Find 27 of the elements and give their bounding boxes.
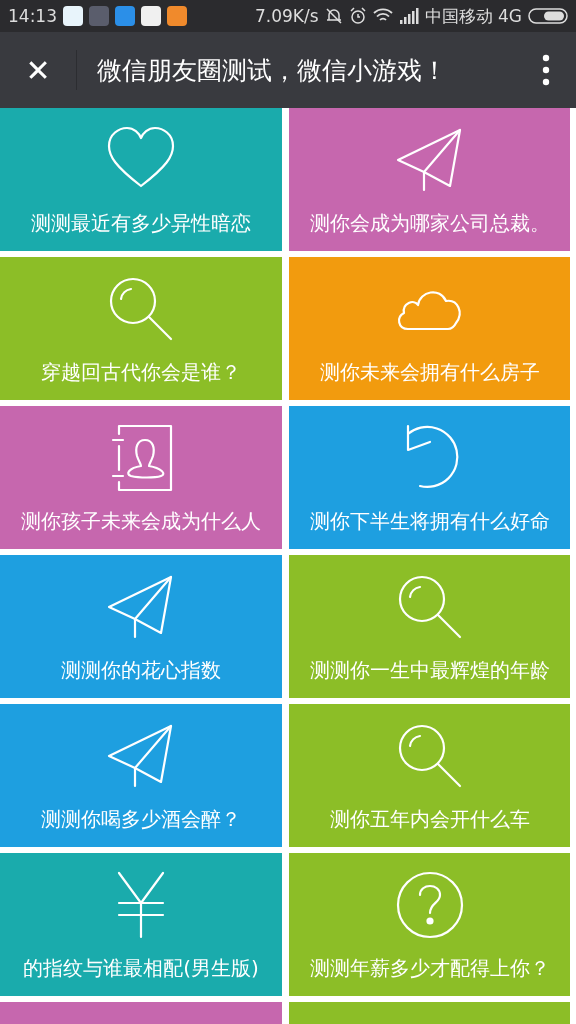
app-icon: [167, 6, 187, 26]
quiz-tile[interactable]: 测测你的花心指数: [0, 555, 282, 698]
quiz-tile[interactable]: 测测最近有多少异性暗恋: [0, 108, 282, 251]
app-icon: [63, 6, 83, 26]
more-icon: [542, 54, 550, 86]
battery-icon: [528, 8, 568, 24]
quiz-tile[interactable]: 测你五年内会开什么车: [289, 704, 570, 847]
status-time: 14:13: [8, 6, 57, 26]
quiz-tile[interactable]: 测测你一生中最辉煌的年龄: [289, 555, 570, 698]
signal-icon: [398, 8, 419, 24]
quiz-tile[interactable]: 的指纹与谁最相配(男生版): [0, 853, 282, 996]
network-speed: 7.09K/s: [255, 6, 319, 26]
quiz-tile[interactable]: 测你孩子未来会成为什么人: [0, 406, 282, 549]
app-icon: [141, 6, 161, 26]
quiz-tile[interactable]: 测测年薪多少才配得上你？: [289, 853, 570, 996]
app-icon: [89, 6, 109, 26]
alarm-icon: [348, 7, 367, 25]
page-title: 微信朋友圈测试，微信小游戏！: [97, 54, 448, 87]
quiz-tile[interactable]: 测你会成为哪家公司总裁。: [289, 108, 570, 251]
quiz-tile[interactable]: 测测你喝多少酒会醉？: [0, 704, 282, 847]
close-button[interactable]: ✕: [0, 32, 76, 108]
muted-bell-icon: [324, 7, 343, 25]
quiz-tile[interactable]: 测你未来会拥有什么房子: [289, 257, 570, 400]
carrier-name: 中国移动 4G: [424, 4, 522, 28]
app-icon: [115, 6, 135, 26]
quiz-tile[interactable]: 穿越回古代你会是谁？: [0, 257, 282, 400]
quiz-tile[interactable]: 测你下半生将拥有什么好命: [289, 406, 570, 549]
